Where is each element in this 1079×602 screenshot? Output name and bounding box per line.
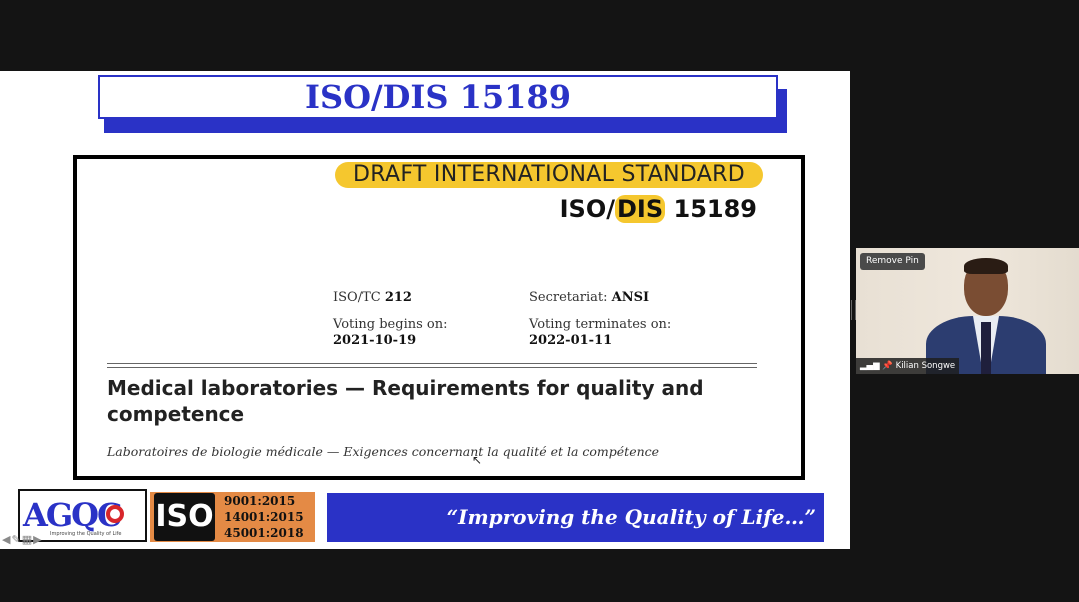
agqc-ring-icon: [106, 505, 124, 523]
grid-icon[interactable]: ▦: [22, 533, 33, 546]
cert-9001: 9001:2015: [224, 494, 296, 508]
document-excerpt: DRAFT INTERNATIONAL STANDARD ISO/DIS 151…: [73, 155, 805, 480]
cert-45001: 45001:2018: [224, 526, 304, 540]
iso-number: ISO/DIS 15189: [559, 195, 757, 223]
cursor-icon: ↖: [472, 453, 483, 467]
arrow-right-icon[interactable]: ▶: [33, 533, 42, 546]
double-rule: [107, 363, 757, 368]
draft-banner: DRAFT INTERNATIONAL STANDARD: [335, 162, 763, 188]
motto-banner: “Improving the Quality of Life…”: [327, 493, 824, 542]
pen-icon[interactable]: ✎: [11, 533, 21, 546]
slide-nav-controls[interactable]: ◀✎▦▶: [2, 533, 43, 546]
voting-begins-value: 2021-10-19: [333, 333, 417, 348]
document-title: Medical laboratories — Requirements for …: [107, 376, 704, 426]
participant-name-tag: ▂▄▆ 📌 Kilian Songwe: [856, 358, 960, 374]
participant-video-tile[interactable]: Remove Pin ▂▄▆ 📌 Kilian Songwe: [856, 248, 1079, 374]
motto-text: “Improving the Quality of Life…”: [446, 505, 816, 529]
iso-badge: ISO: [154, 493, 215, 541]
voting-ends-value: 2022-01-11: [529, 333, 613, 348]
slide-title-box: ISO/DIS 15189: [98, 75, 778, 119]
slide-title: ISO/DIS 15189: [305, 78, 571, 116]
remove-pin-button[interactable]: Remove Pin: [860, 253, 925, 270]
pin-icon: 📌: [882, 361, 893, 371]
document-subtitle-fr: Laboratoires de biologie médicale — Exig…: [107, 444, 660, 459]
secretariat-line: Secretariat: ANSI: [529, 290, 650, 305]
iso-certification-block: ISO 9001:2015 14001:2015 45001:2018: [150, 492, 315, 542]
presentation-slide: ISO/DIS 15189 DRAFT INTERNATIONAL STANDA…: [0, 71, 850, 549]
voting-begins-label: Voting begins on:: [333, 317, 448, 332]
voting-ends-label: Voting terminates on:: [529, 317, 672, 332]
cert-14001: 14001:2015: [224, 510, 304, 524]
tc-line: ISO/TC 212: [333, 290, 412, 305]
dis-highlight: DIS: [615, 195, 666, 223]
signal-icon: ▂▄▆: [860, 361, 880, 371]
